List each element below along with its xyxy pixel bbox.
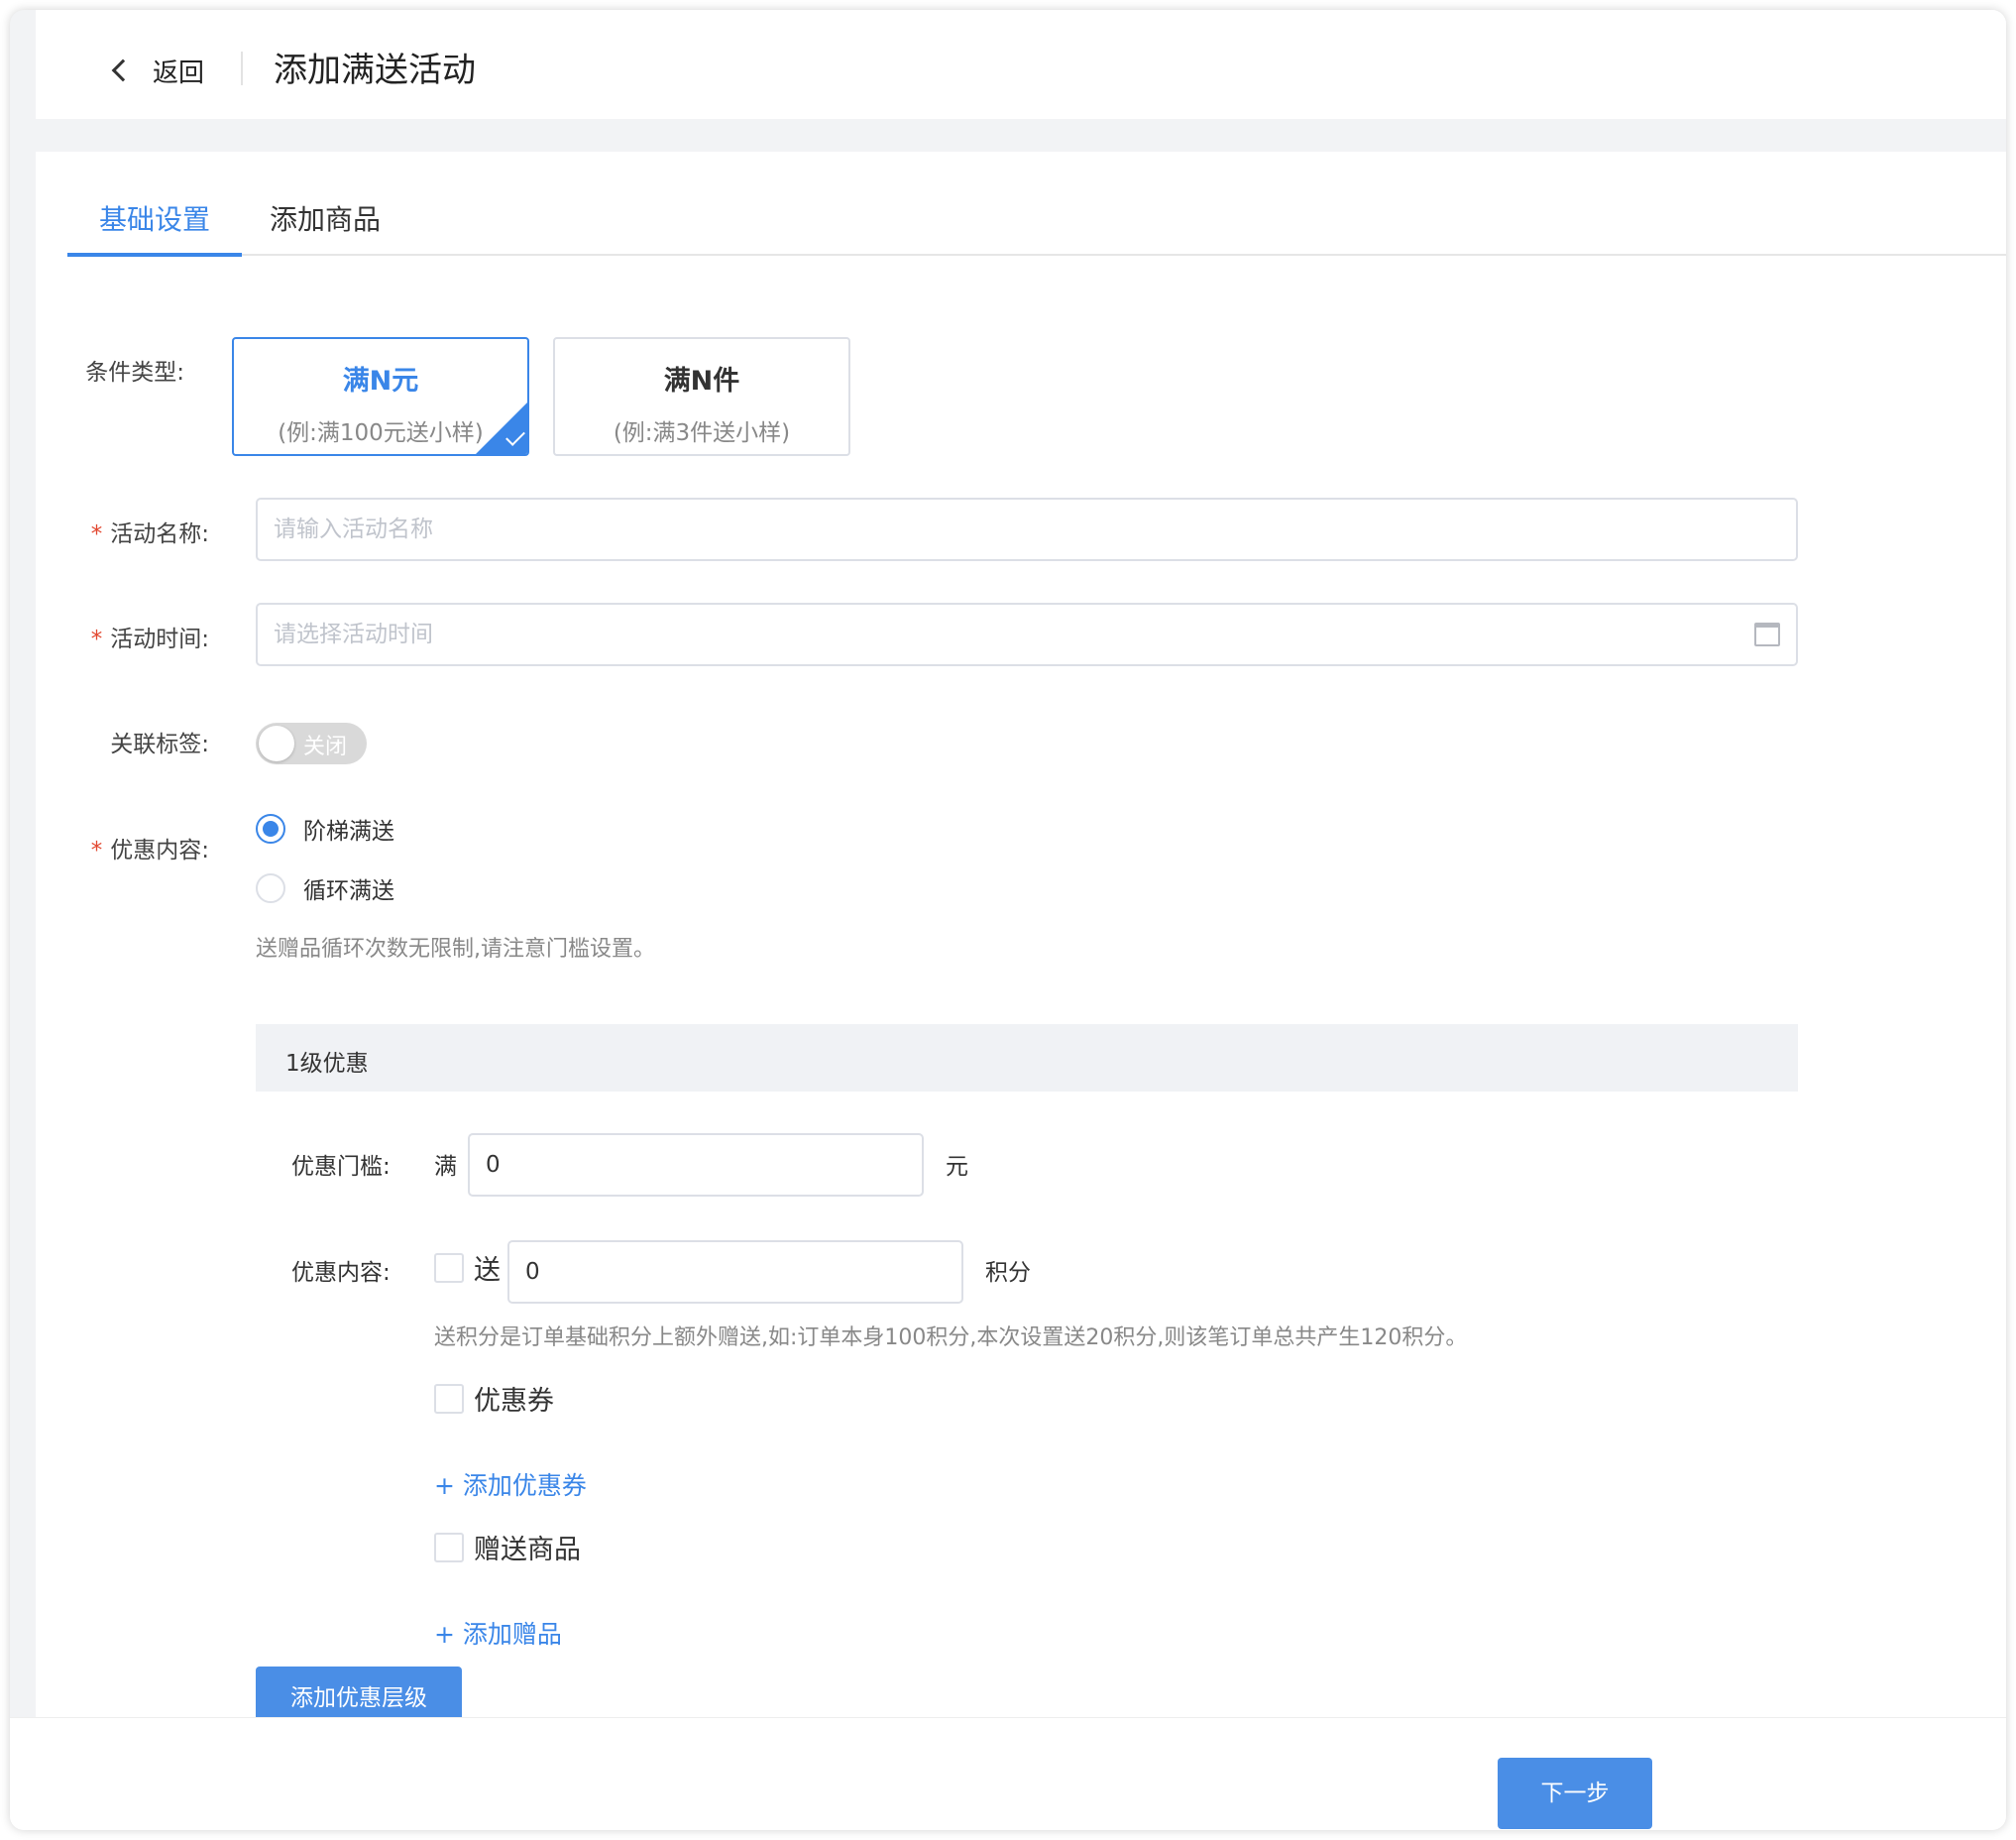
next-step-button[interactable]: 下一步 [1498, 1758, 1652, 1829]
radio-button[interactable] [256, 873, 285, 903]
condition-type-amount-title: 满N元 [342, 366, 419, 397]
header-divider [241, 52, 243, 85]
points-checkbox-row[interactable]: 送 [434, 1248, 501, 1287]
back-button[interactable]: 返回 [111, 46, 204, 95]
tab-add-products[interactable]: 添加商品 [266, 191, 385, 254]
condition-type-quantity-subtitle: (例:满3件送小样) [613, 420, 791, 446]
coupon-checkbox-row[interactable]: 优惠券 [434, 1379, 554, 1418]
points-input[interactable]: 0 [507, 1240, 963, 1304]
radio-cyclic[interactable]: 循环满送 [256, 871, 394, 905]
condition-type-label: 条件类型: [36, 353, 184, 387]
activity-name-input[interactable]: 请输入活动名称 [256, 498, 1798, 561]
activity-time-placeholder: 请选择活动时间 [274, 622, 433, 647]
add-coupon-link[interactable]: + 添加优惠券 [434, 1466, 587, 1502]
radio-tiered[interactable]: 阶梯满送 [256, 812, 394, 846]
radio-tiered-label: 阶梯满送 [303, 819, 394, 845]
points-unit: 积分 [985, 1260, 1031, 1286]
coupon-checkbox-label: 优惠券 [474, 1386, 554, 1417]
radio-cyclic-label: 循环满送 [303, 878, 394, 904]
activity-time-label-text: 活动时间: [110, 627, 209, 652]
related-tag-label: 关联标签: [110, 732, 209, 757]
coupon-checkbox[interactable] [434, 1383, 464, 1414]
condition-type-label-text: 条件类型: [85, 360, 184, 386]
toggle-knob [259, 726, 294, 761]
threshold-unit: 元 [946, 1154, 968, 1180]
discount-content-hint: 送赠品循环次数无限制,请注意门槛设置。 [256, 937, 655, 962]
required-mark: * [90, 521, 103, 547]
activity-name-label-text: 活动名称: [110, 521, 209, 547]
footer-bar: 下一步 [10, 1717, 2006, 1830]
chevron-left-icon [111, 58, 135, 82]
required-mark: * [90, 838, 103, 863]
gift-checkbox-row[interactable]: 赠送商品 [434, 1528, 581, 1566]
page-header: 返回 添加满送活动 [36, 10, 2006, 119]
calendar-icon [1754, 623, 1780, 646]
related-tag-toggle[interactable]: 关闭 [256, 723, 367, 764]
page-title: 添加满送活动 [274, 51, 476, 90]
back-label: 返回 [153, 58, 205, 88]
threshold-label: 优惠门槛: [291, 1154, 391, 1180]
tab-basic-settings[interactable]: 基础设置 [67, 191, 242, 257]
condition-type-quantity-card[interactable]: 满N件 (例:满3件送小样) [553, 337, 850, 456]
toggle-text: 关闭 [303, 735, 348, 759]
app-frame: 返回 添加满送活动 基础设置 添加商品 条件类型: 满N元 (例:满100元送小… [10, 10, 2006, 1830]
activity-time-picker[interactable]: 请选择活动时间 [256, 603, 1798, 666]
discount-content-label: * 优惠内容: [36, 831, 209, 864]
form-card: 基础设置 添加商品 条件类型: 满N元 (例:满100元送小样) 满N件 (例:… [36, 152, 2006, 1738]
condition-type-amount-card[interactable]: 满N元 (例:满100元送小样) [232, 337, 529, 456]
add-gift-link[interactable]: + 添加赠品 [434, 1615, 562, 1651]
level-header: 1级优惠 [256, 1024, 1798, 1092]
activity-time-label: * 活动时间: [36, 620, 209, 653]
points-hint: 送积分是订单基础积分上额外赠送,如:订单本身100积分,本次设置送20积分,则该… [434, 1325, 1468, 1350]
tab-bar: 基础设置 添加商品 [67, 191, 2006, 257]
threshold-prefix: 满 [434, 1154, 457, 1180]
level-content-label: 优惠内容: [291, 1260, 391, 1286]
discount-content-label-text: 优惠内容: [110, 838, 209, 863]
points-checkbox[interactable] [434, 1252, 464, 1283]
points-checkbox-label: 送 [474, 1255, 501, 1286]
gift-checkbox[interactable] [434, 1532, 464, 1562]
radio-button[interactable] [256, 814, 285, 844]
level-title: 1级优惠 [285, 1051, 369, 1077]
condition-type-quantity-title: 满N件 [663, 366, 740, 397]
gift-checkbox-label: 赠送商品 [474, 1535, 581, 1565]
required-mark: * [90, 627, 103, 652]
threshold-input[interactable]: 0 [468, 1133, 924, 1197]
activity-name-label: * 活动名称: [36, 515, 209, 548]
